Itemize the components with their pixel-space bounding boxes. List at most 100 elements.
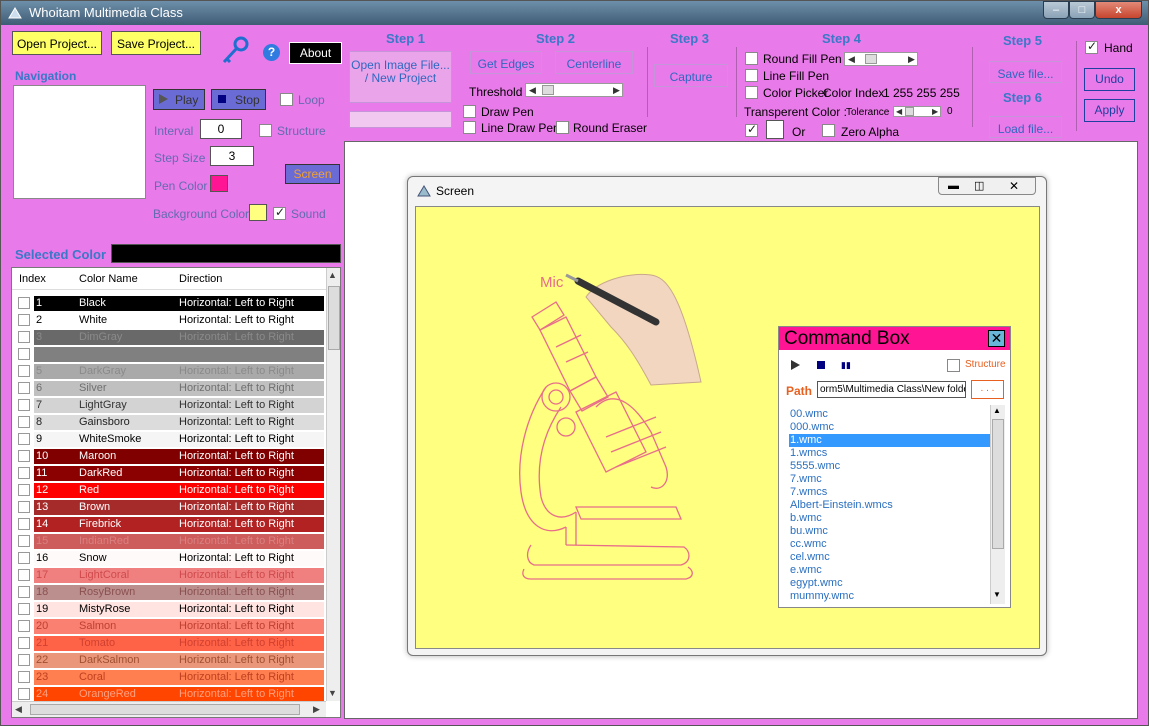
table-row[interactable]: 10 Maroon Horizontal: Left to Right	[12, 447, 326, 464]
play-button[interactable]: Play	[153, 89, 205, 110]
row-checkbox[interactable]	[18, 331, 30, 343]
header-color-name[interactable]: Color Name	[79, 273, 138, 285]
zero-alpha-checkbox[interactable]	[822, 124, 835, 137]
file-list-item[interactable]: 7.wmc	[789, 473, 990, 486]
file-list-item[interactable]: 1.wmcs	[789, 447, 990, 460]
scroll-down-icon[interactable]: ▼	[328, 688, 337, 698]
slider-left-icon[interactable]: ◀	[848, 53, 855, 65]
load-file-button[interactable]: Load file...	[989, 116, 1062, 138]
step-size-input[interactable]: 3	[210, 146, 254, 166]
file-list-item[interactable]: cel.wmc	[789, 551, 990, 564]
file-list-item[interactable]: 5555.wmc	[789, 460, 990, 473]
table-row[interactable]: 3 DimGray Horizontal: Left to Right	[12, 328, 326, 345]
threshold-slider[interactable]: ◀ ▶	[525, 83, 623, 97]
table-row[interactable]: 24 OrangeRed Horizontal: Left to Right	[12, 685, 326, 702]
screen-button[interactable]: Screen	[285, 164, 340, 184]
row-checkbox[interactable]	[18, 297, 30, 309]
tolerance-thumb[interactable]	[905, 107, 914, 116]
save-file-button[interactable]: Save file...	[989, 61, 1062, 83]
table-row[interactable]: 14 Firebrick Horizontal: Left to Right	[12, 515, 326, 532]
screen-minimize-button[interactable]: ▬	[948, 180, 959, 192]
maximize-button[interactable]: □	[1069, 1, 1095, 19]
row-checkbox[interactable]	[18, 433, 30, 445]
cmd-stop-icon[interactable]	[817, 361, 825, 369]
centerline-button[interactable]: Centerline	[555, 51, 633, 74]
table-row[interactable]	[12, 345, 326, 362]
file-list-item[interactable]: egypt.wmc	[789, 577, 990, 590]
capture-button[interactable]: Capture	[654, 64, 728, 87]
navigation-preview[interactable]	[13, 85, 146, 199]
table-row[interactable]: 23 Coral Horizontal: Left to Right	[12, 668, 326, 685]
transparent-checkbox[interactable]	[745, 122, 758, 137]
path-input[interactable]: orm5\Multimedia Class\New folder	[817, 381, 966, 398]
row-checkbox[interactable]	[18, 569, 30, 581]
table-row[interactable]: 5 DarkGray Horizontal: Left to Right	[12, 362, 326, 379]
hscroll-thumb[interactable]	[30, 704, 300, 715]
file-list-item[interactable]: bu.wmc	[789, 525, 990, 538]
background-color-swatch[interactable]	[249, 204, 267, 221]
file-list[interactable]: ▲ ▼ 00.wmc 000.wmc 1.wmc 1.wmcs 5555.wmc 7.wm…	[783, 405, 1006, 604]
slider-left-icon[interactable]: ◀	[529, 84, 536, 96]
row-checkbox[interactable]	[18, 382, 30, 394]
screen-close-button[interactable]: ✕	[1009, 179, 1019, 193]
hand-checkbox[interactable]	[1085, 39, 1098, 54]
fill-pen-size-slider[interactable]: ◀ ▶	[844, 52, 918, 66]
color-list[interactable]: Index Color Name Direction 1 Black Horizon…	[11, 267, 341, 718]
list-horizontal-scrollbar[interactable]: ◀ ▶	[12, 701, 326, 717]
row-checkbox[interactable]	[18, 552, 30, 564]
scroll-up-icon[interactable]: ▲	[328, 270, 337, 280]
table-row[interactable]: 8 Gainsboro Horizontal: Left to Right	[12, 413, 326, 430]
table-row[interactable]: 21 Tomato Horizontal: Left to Right	[12, 634, 326, 651]
row-checkbox[interactable]	[18, 535, 30, 547]
file-list-item[interactable]: Albert-Einstein.wmcs	[789, 499, 990, 512]
row-checkbox[interactable]	[18, 399, 30, 411]
file-list-item[interactable]: 00.wmc	[789, 408, 990, 421]
row-checkbox[interactable]	[18, 671, 30, 683]
row-checkbox[interactable]	[18, 314, 30, 326]
row-checkbox[interactable]	[18, 654, 30, 666]
file-list-item[interactable]: b.wmc	[789, 512, 990, 525]
open-image-button[interactable]: Open Image File... / New Project	[349, 51, 452, 103]
table-row[interactable]: 17 LightCoral Horizontal: Left to Right	[12, 566, 326, 583]
table-row[interactable]: 19 MistyRose Horizontal: Left to Right	[12, 600, 326, 617]
draw-pen-checkbox[interactable]	[463, 105, 476, 118]
get-edges-button[interactable]: Get Edges	[470, 51, 542, 74]
cmd-play-icon[interactable]	[791, 360, 800, 370]
scroll-down-icon[interactable]: ▼	[993, 590, 1001, 599]
round-fill-pen-checkbox[interactable]	[745, 52, 758, 65]
table-row[interactable]: 16 Snow Horizontal: Left to Right	[12, 549, 326, 566]
table-row[interactable]: 13 Brown Horizontal: Left to Right	[12, 498, 326, 515]
row-checkbox[interactable]	[18, 416, 30, 428]
tolerance-slider[interactable]: ◀ ▶	[893, 106, 941, 117]
open-project-button[interactable]: Open Project...	[12, 31, 102, 55]
transparent-color-swatch[interactable]	[766, 120, 784, 139]
interval-input[interactable]: 0	[200, 119, 242, 139]
table-row[interactable]: 12 Red Horizontal: Left to Right	[12, 481, 326, 498]
sound-checkbox[interactable]	[273, 205, 286, 220]
line-draw-pen-checkbox[interactable]	[463, 121, 476, 134]
file-list-item[interactable]: 1.wmc	[789, 434, 990, 447]
row-checkbox[interactable]	[18, 348, 30, 360]
table-row[interactable]: 1 Black Horizontal: Left to Right	[12, 294, 326, 311]
file-list-item[interactable]: mummy.wmc	[789, 590, 990, 603]
table-row[interactable]: 6 Silver Horizontal: Left to Right	[12, 379, 326, 396]
file-list-item[interactable]: e.wmc	[789, 564, 990, 577]
scroll-thumb[interactable]	[992, 419, 1004, 549]
row-checkbox[interactable]	[18, 603, 30, 615]
key-icon[interactable]	[219, 35, 251, 67]
table-row[interactable]: 20 Salmon Horizontal: Left to Right	[12, 617, 326, 634]
loop-checkbox[interactable]	[280, 93, 293, 106]
structure-checkbox[interactable]	[259, 124, 272, 137]
table-row[interactable]: 7 LightGray Horizontal: Left to Right	[12, 396, 326, 413]
scroll-thumb[interactable]	[328, 286, 340, 350]
file-list-item[interactable]: 7.wmcs	[789, 486, 990, 499]
table-row[interactable]: 9 WhiteSmoke Horizontal: Left to Right	[12, 430, 326, 447]
file-list-scrollbar[interactable]: ▲ ▼	[990, 405, 1005, 604]
table-row[interactable]: 15 IndianRed Horizontal: Left to Right	[12, 532, 326, 549]
fill-pen-thumb[interactable]	[865, 54, 877, 64]
pen-color-swatch[interactable]	[210, 175, 228, 192]
scroll-left-icon[interactable]: ◀	[15, 704, 22, 715]
slider-right-icon[interactable]: ▶	[932, 106, 938, 118]
stop-button[interactable]: Stop	[211, 89, 266, 110]
slider-right-icon[interactable]: ▶	[613, 84, 620, 96]
